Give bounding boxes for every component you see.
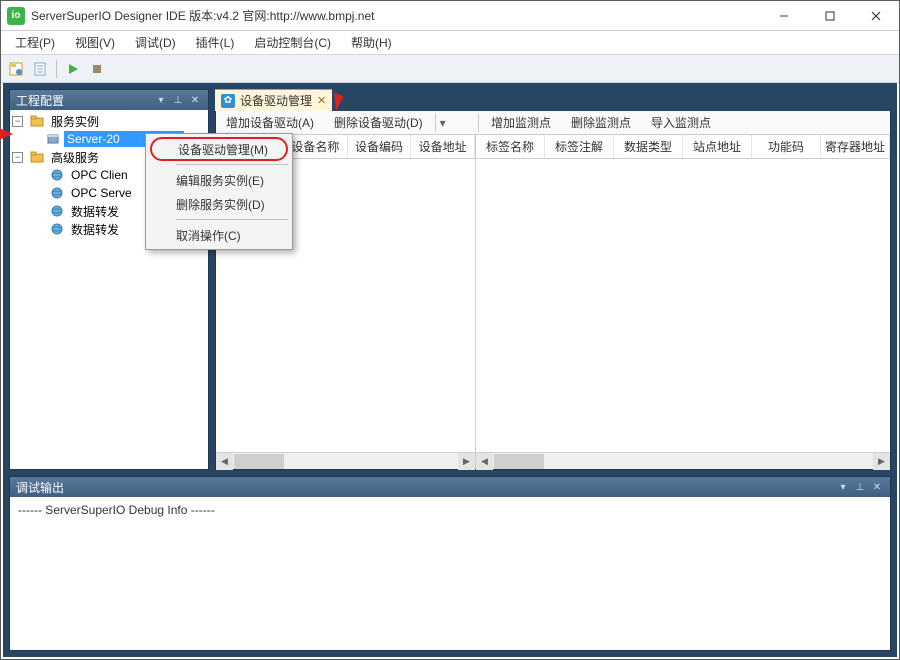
run-icon[interactable] [62,58,84,80]
tab-close-icon[interactable]: ✕ [317,94,326,107]
project-panel-header: 工程配置 ▾ ⊥ ✕ [10,90,208,110]
menu-view[interactable]: 视图(V) [65,31,125,54]
menu-plugin[interactable]: 插件(L) [186,31,245,54]
hscrollbar[interactable]: ◀ ▶ [476,452,890,469]
tree-label: 高级服务 [48,148,102,167]
debug-panel: 调试输出 ▾ ⊥ ✕ ------ ServerSuperIO Debug In… [9,476,891,651]
panel-close-icon[interactable]: ✕ [188,93,202,107]
maximize-button[interactable] [807,1,853,31]
menu-help[interactable]: 帮助(H) [341,31,402,54]
minimize-button[interactable] [761,1,807,31]
menu-separator [176,219,288,220]
tree-node-services[interactable]: − 服务实例 [10,112,208,130]
tree-label: 服务实例 [48,112,102,131]
delete-tag-button[interactable]: 删除监测点 [561,111,641,134]
col-station-addr[interactable]: 站点地址 [683,135,752,158]
menu-manage-drivers[interactable]: 设备驱动管理(M) [150,137,288,161]
folder-icon [29,150,45,164]
debug-output[interactable]: ------ ServerSuperIO Debug Info ------ [10,497,890,650]
workspace: 工程配置 ▾ ⊥ ✕ − 服务实例 Server-20 [3,83,897,657]
annotation-arrow-icon [329,93,344,111]
panel-pin-icon[interactable]: ⊥ [171,93,185,107]
folder-icon [29,114,45,128]
globe-icon [49,186,65,200]
titlebar: io ServerSuperIO Designer IDE 版本:v4.2 官网… [1,1,899,31]
window-title: ServerSuperIO Designer IDE 版本:v4.2 官网:ht… [31,7,761,24]
delete-driver-button[interactable]: 删除设备驱动(D) [324,111,433,134]
collapse-icon[interactable]: − [12,116,23,127]
overflow-icon[interactable]: ▾ [438,116,448,130]
toolbar [1,55,899,83]
document: 增加设备驱动(A) 删除设备驱动(D) ▾ 增加监测点 删除监测点 导入监测点 [215,111,891,470]
annotation-arrow-icon [0,128,13,140]
scroll-left-icon[interactable]: ◀ [216,453,233,470]
add-driver-button[interactable]: 增加设备驱动(A) [216,111,324,134]
scroll-thumb[interactable] [234,454,284,469]
col-data-type[interactable]: 数据类型 [614,135,683,158]
col-register-addr[interactable]: 寄存器地址 [821,135,890,158]
project-panel-title: 工程配置 [16,92,64,109]
globe-icon [49,168,65,182]
globe-icon [49,204,65,218]
tab-label: 设备驱动管理 [240,92,312,109]
scroll-right-icon[interactable]: ▶ [458,453,475,470]
menu-delete-instance[interactable]: 删除服务实例(D) [148,192,290,216]
import-tag-button[interactable]: 导入监测点 [641,111,721,134]
add-tag-button[interactable]: 增加监测点 [481,111,561,134]
doc-split: 设备名称 设备编码 设备地址 ◀ ▶ [216,135,890,469]
app-icon: io [7,7,25,25]
gear-icon: ✿ [221,94,235,108]
pane-divider [478,114,479,132]
col-device-addr[interactable]: 设备地址 [411,135,475,158]
menu-project[interactable]: 工程(P) [5,31,65,54]
close-button[interactable] [853,1,899,31]
panel-close-icon[interactable]: ✕ [870,480,884,494]
grid-header: 标签名称 标签注解 数据类型 站点地址 功能码 寄存器地址 [476,135,890,159]
tree-label: 数据转发 [68,202,122,221]
toolbar-separator [56,60,57,78]
tab-device-driver[interactable]: ✿ 设备驱动管理 ✕ [215,89,332,111]
tree-label: OPC Clien [68,167,131,183]
tree-label: OPC Serve [68,185,135,201]
scroll-left-icon[interactable]: ◀ [476,453,493,470]
scroll-right-icon[interactable]: ▶ [873,453,890,470]
col-device-name[interactable]: 设备名称 [284,135,348,158]
panel-dropdown-icon[interactable]: ▾ [154,93,168,107]
tag-grid: 标签名称 标签注解 数据类型 站点地址 功能码 寄存器地址 ◀ ▶ [476,135,890,469]
col-tag-name[interactable]: 标签名称 [476,135,545,158]
panel-dropdown-icon[interactable]: ▾ [836,480,850,494]
context-menu: 设备驱动管理(M) 编辑服务实例(E) 删除服务实例(D) 取消操作(C) [145,133,293,250]
document-area: ✿ 设备驱动管理 ✕ 增加设备驱动(A) 删除设备驱动(D) ▾ [215,89,891,470]
debug-panel-header: 调试输出 ▾ ⊥ ✕ [10,477,890,497]
menu-cancel[interactable]: 取消操作(C) [148,223,290,247]
grid-body[interactable] [476,159,890,452]
col-func-code[interactable]: 功能码 [752,135,821,158]
col-device-code[interactable]: 设备编码 [348,135,412,158]
upper-area: 工程配置 ▾ ⊥ ✕ − 服务实例 Server-20 [9,89,891,470]
toolbar-separator [435,114,436,132]
menu-console[interactable]: 启动控制台(C) [244,31,341,54]
debug-line: ------ ServerSuperIO Debug Info ------ [18,503,882,517]
tree-label: 数据转发 [68,220,122,239]
tabstrip: ✿ 设备驱动管理 ✕ [215,89,891,111]
doc-toolbar: 增加设备驱动(A) 删除设备驱动(D) ▾ 增加监测点 删除监测点 导入监测点 [216,111,890,135]
server-icon [45,132,61,146]
scroll-thumb[interactable] [494,454,544,469]
hscrollbar[interactable]: ◀ ▶ [216,452,475,469]
globe-icon [49,222,65,236]
debug-panel-title: 调试输出 [16,479,64,496]
panel-pin-icon[interactable]: ⊥ [853,480,867,494]
collapse-icon[interactable]: − [12,152,23,163]
document-icon[interactable] [29,58,51,80]
menubar: 工程(P) 视图(V) 调试(D) 插件(L) 启动控制台(C) 帮助(H) [1,31,899,55]
menu-edit-instance[interactable]: 编辑服务实例(E) [148,168,290,192]
menu-separator [176,164,288,165]
stop-icon[interactable] [86,58,108,80]
menu-debug[interactable]: 调试(D) [125,31,186,54]
new-project-icon[interactable] [5,58,27,80]
col-tag-desc[interactable]: 标签注解 [545,135,614,158]
